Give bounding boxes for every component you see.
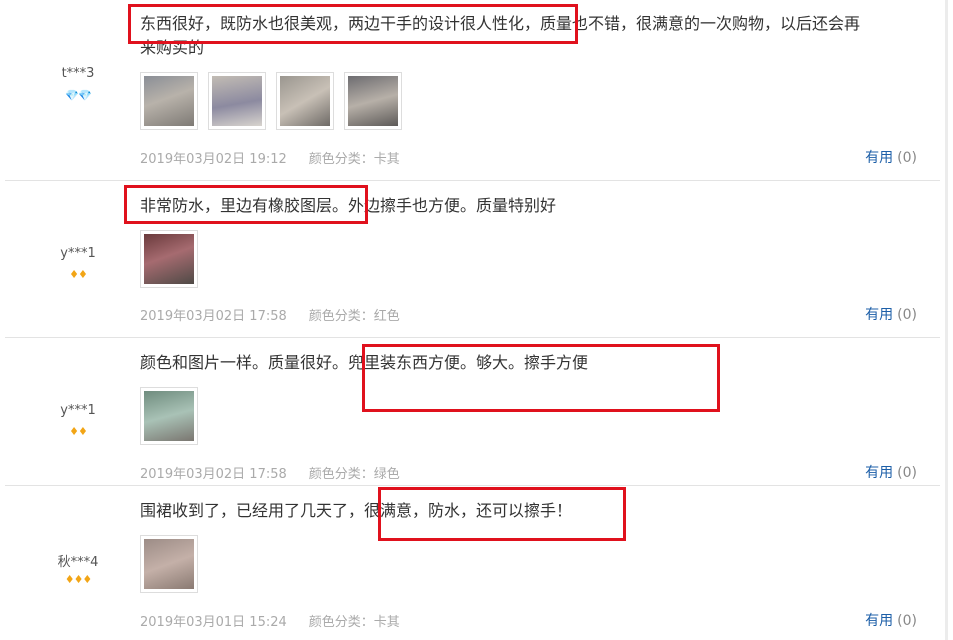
review-divider [5,337,940,338]
reviewer-level-badge-icon: 💎💎 [65,89,91,102]
reviewer-name[interactable]: y***1 [0,403,156,418]
review-photo[interactable] [140,230,198,288]
helpful-count: (0) [897,307,917,323]
review-date: 2019年03月02日 17:58 [140,309,287,324]
review-color-option: 颜色分类：卡其 [308,152,400,167]
review-photo[interactable] [344,72,402,130]
review-photos [140,387,198,445]
helpful-button[interactable]: 有用 (0) [865,610,917,630]
review-date: 2019年03月02日 17:58 [140,467,287,482]
highlight-box-review-4 [378,487,626,541]
helpful-button[interactable]: 有用 (0) [865,462,917,482]
review-meta: 2019年03月02日 17:58 颜色分类：红色 [140,305,400,324]
helpful-button[interactable]: 有用 (0) [865,304,917,324]
helpful-count: (0) [897,613,917,629]
review-photos [140,72,402,130]
helpful-count: (0) [897,465,917,481]
helpful-button[interactable]: 有用 (0) [865,147,917,167]
review-date: 2019年03月01日 15:24 [140,615,287,630]
highlight-box-review-3 [362,344,720,412]
review-meta: 2019年03月02日 17:58 颜色分类：绿色 [140,463,400,482]
review-meta: 2019年03月01日 15:24 颜色分类：卡其 [140,611,400,630]
review-date: 2019年03月02日 19:12 [140,152,287,167]
review-photos [140,230,198,288]
review-photo[interactable] [276,72,334,130]
page-scroll-edge [945,0,948,640]
review-meta: 2019年03月02日 19:12 颜色分类：卡其 [140,148,400,167]
review-photo[interactable] [140,387,198,445]
helpful-label[interactable]: 有用 [865,307,893,323]
helpful-label[interactable]: 有用 [865,613,893,629]
review-color-option: 颜色分类：绿色 [308,467,400,482]
helpful-label[interactable]: 有用 [865,465,893,481]
reviewer-level-badge-icon: ♦♦ [69,268,88,281]
highlight-box-review-2 [124,185,368,224]
review-color-option: 颜色分类：红色 [308,309,400,324]
review-color-option: 颜色分类：卡其 [308,615,400,630]
reviewer-name[interactable]: y***1 [0,246,156,261]
review-photo[interactable] [140,72,198,130]
helpful-count: (0) [897,150,917,166]
review-photos [140,535,198,593]
review-divider [5,485,940,486]
review-photo[interactable] [140,535,198,593]
review-divider [5,180,940,181]
reviewer-level-badge-icon: ♦♦♦ [64,573,93,586]
review-photo[interactable] [208,72,266,130]
reviewer-name[interactable]: 秋***4 [0,551,156,570]
helpful-label[interactable]: 有用 [865,150,893,166]
highlight-box-review-1 [128,4,578,44]
reviewer-name[interactable]: t***3 [0,66,156,81]
reviewer-level-badge-icon: ♦♦ [69,425,88,438]
